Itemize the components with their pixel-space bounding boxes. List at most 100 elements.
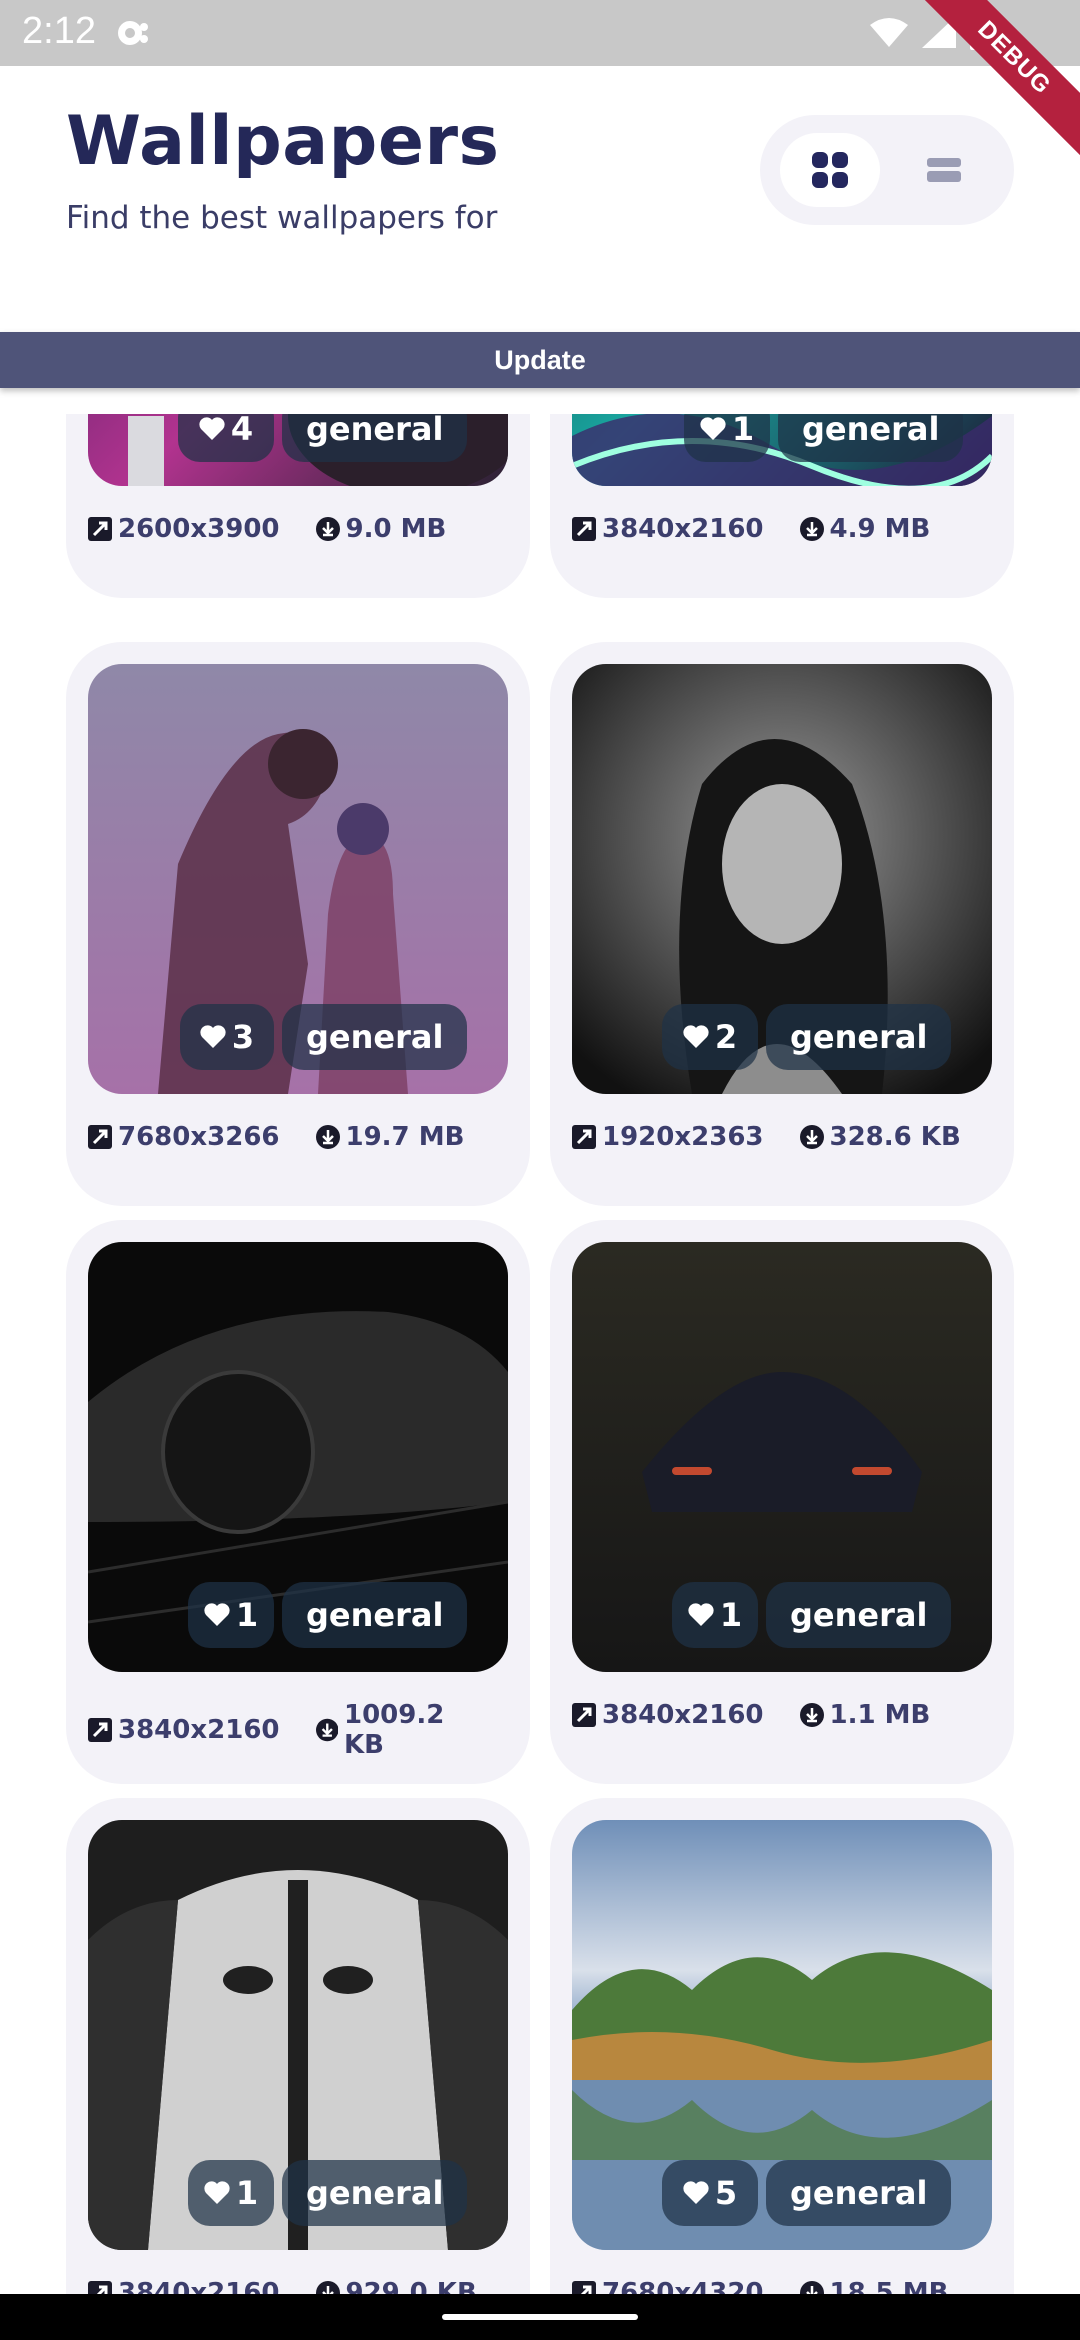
wallpaper-meta: 3840x2160 4.9 MB: [572, 514, 1004, 544]
resolution-info: 7680x3266: [88, 1122, 280, 1152]
wallpaper-card[interactable]: 1 general 3840x2160 1009.2 KB: [66, 1220, 530, 1784]
list-view-button[interactable]: [894, 133, 994, 207]
category-badge[interactable]: general: [282, 1582, 468, 1648]
heart-icon: [700, 417, 726, 440]
category-badge[interactable]: general: [778, 414, 964, 462]
likes-count: 1: [719, 1596, 743, 1634]
download-icon: [799, 2281, 824, 2294]
category-badge[interactable]: general: [282, 414, 468, 462]
page-title: Wallpapers: [66, 102, 500, 181]
size-info: 1.1 MB: [799, 1700, 931, 1730]
size-text: 9.0 MB: [345, 514, 447, 544]
size-text: 1.1 MB: [829, 1700, 931, 1730]
likes-badge: 1: [188, 1582, 274, 1648]
resolution-info: 3840x2160: [88, 1715, 280, 1745]
resolution-text: 2600x3900: [118, 514, 280, 544]
category-badge[interactable]: general: [766, 1004, 952, 1070]
wallpaper-card[interactable]: 5 general 7680x4320 18.5 MB: [550, 1798, 1014, 2294]
wallpaper-card[interactable]: 1 general 3840x2160 1.1 MB: [550, 1220, 1014, 1784]
wallpaper-card[interactable]: 1 general 3840x2160 929.0 KB: [66, 1798, 530, 2294]
likes-badge: 1: [684, 414, 770, 462]
size-text: 18.5 MB: [829, 2278, 949, 2294]
likes-count: 1: [731, 414, 755, 448]
resize-icon: [88, 2281, 112, 2294]
likes-badge: 5: [662, 2160, 758, 2226]
resize-icon: [572, 1703, 596, 1727]
download-icon: [799, 517, 824, 541]
size-info: 1009.2 KB: [315, 1700, 485, 1760]
resize-icon: [88, 517, 112, 541]
resize-icon: [88, 1718, 112, 1742]
size-info: 328.6 KB: [799, 1122, 961, 1152]
likes-count: 3: [231, 1018, 255, 1056]
download-icon: [799, 1703, 824, 1727]
size-info: 9.0 MB: [315, 514, 447, 544]
wallpaper-card[interactable]: 2 general 1920x2363 328.6 KB: [550, 642, 1014, 1206]
category-badge[interactable]: general: [766, 2160, 952, 2226]
heart-icon: [200, 1025, 226, 1048]
download-icon: [315, 517, 340, 541]
likes-badge: 4: [178, 414, 274, 462]
size-text: 4.9 MB: [829, 514, 931, 544]
notification-icon: [118, 21, 148, 45]
resolution-info: 3840x2160: [88, 2278, 280, 2294]
page-subtitle: Find the best wallpapers for: [66, 200, 498, 236]
heart-icon: [683, 1025, 709, 1048]
likes-count: 1: [235, 2174, 259, 2212]
resize-icon: [572, 1125, 596, 1149]
update-button[interactable]: Update: [0, 332, 1080, 388]
resize-icon: [572, 517, 596, 541]
size-text: 929.0 KB: [345, 2278, 477, 2294]
wallpaper-meta: 3840x2160 929.0 KB: [88, 2278, 520, 2294]
download-icon: [315, 1125, 340, 1149]
resolution-info: 3840x2160: [572, 514, 764, 544]
grid-view-icon: [812, 152, 848, 188]
home-gesture-handle[interactable]: [442, 2314, 638, 2320]
resolution-text: 7680x3266: [118, 1122, 280, 1152]
wallpaper-meta: 3840x2160 1.1 MB: [572, 1700, 1004, 1730]
heart-icon: [204, 2181, 230, 2204]
view-toggle: [760, 115, 1014, 225]
wallpaper-card[interactable]: 1 general 3840x2160 4.9 MB: [550, 414, 1014, 598]
size-info: 19.7 MB: [315, 1122, 465, 1152]
wallpaper-meta: 2600x3900 9.0 MB: [88, 514, 520, 544]
wallpaper-meta: 7680x4320 18.5 MB: [572, 2278, 1004, 2294]
likes-badge: 1: [188, 2160, 274, 2226]
wallpaper-card[interactable]: 3 general 7680x3266 19.7 MB: [66, 642, 530, 1206]
wallpaper-meta: 1920x2363 328.6 KB: [572, 1122, 1004, 1152]
heart-icon: [683, 2181, 709, 2204]
likes-count: 5: [714, 2174, 738, 2212]
category-badge[interactable]: general: [282, 1004, 468, 1070]
resolution-info: 2600x3900: [88, 514, 280, 544]
wallpaper-card[interactable]: 4 general 2600x3900 9.0 MB: [66, 414, 530, 598]
size-text: 1009.2 KB: [344, 1700, 445, 1760]
category-badge[interactable]: general: [282, 2160, 468, 2226]
category-badge[interactable]: general: [766, 1582, 952, 1648]
download-icon: [315, 1718, 338, 1742]
resolution-info: 7680x4320: [572, 2278, 764, 2294]
resolution-text: 7680x4320: [602, 2278, 764, 2294]
size-text: 328.6 KB: [829, 1122, 961, 1152]
size-info: 929.0 KB: [315, 2278, 477, 2294]
likes-count: 2: [714, 1018, 738, 1056]
resolution-info: 1920x2363: [572, 1122, 764, 1152]
status-bar: 2:12: [0, 0, 1080, 66]
resolution-info: 3840x2160: [572, 1700, 764, 1730]
grid-view-button[interactable]: [780, 133, 880, 207]
heart-icon: [688, 1603, 714, 1626]
wallpaper-grid[interactable]: 4 general 2600x3900 9.0 MB 1 general 384…: [0, 414, 1080, 2294]
size-info: 18.5 MB: [799, 2278, 949, 2294]
heart-icon: [199, 417, 225, 440]
wallpaper-meta: 7680x3266 19.7 MB: [88, 1122, 520, 1152]
size-info: 4.9 MB: [799, 514, 931, 544]
navigation-bar: [0, 2294, 1080, 2340]
heart-icon: [204, 1603, 230, 1626]
resolution-text: 3840x2160: [602, 1700, 764, 1730]
resize-icon: [572, 2281, 596, 2294]
resolution-text: 3840x2160: [602, 514, 764, 544]
likes-badge: 1: [672, 1582, 758, 1648]
wifi-icon: [870, 18, 908, 47]
status-time: 2:12: [22, 10, 96, 52]
wallpaper-meta: 3840x2160 1009.2 KB: [88, 1700, 520, 1760]
size-text: 19.7 MB: [345, 1122, 465, 1152]
